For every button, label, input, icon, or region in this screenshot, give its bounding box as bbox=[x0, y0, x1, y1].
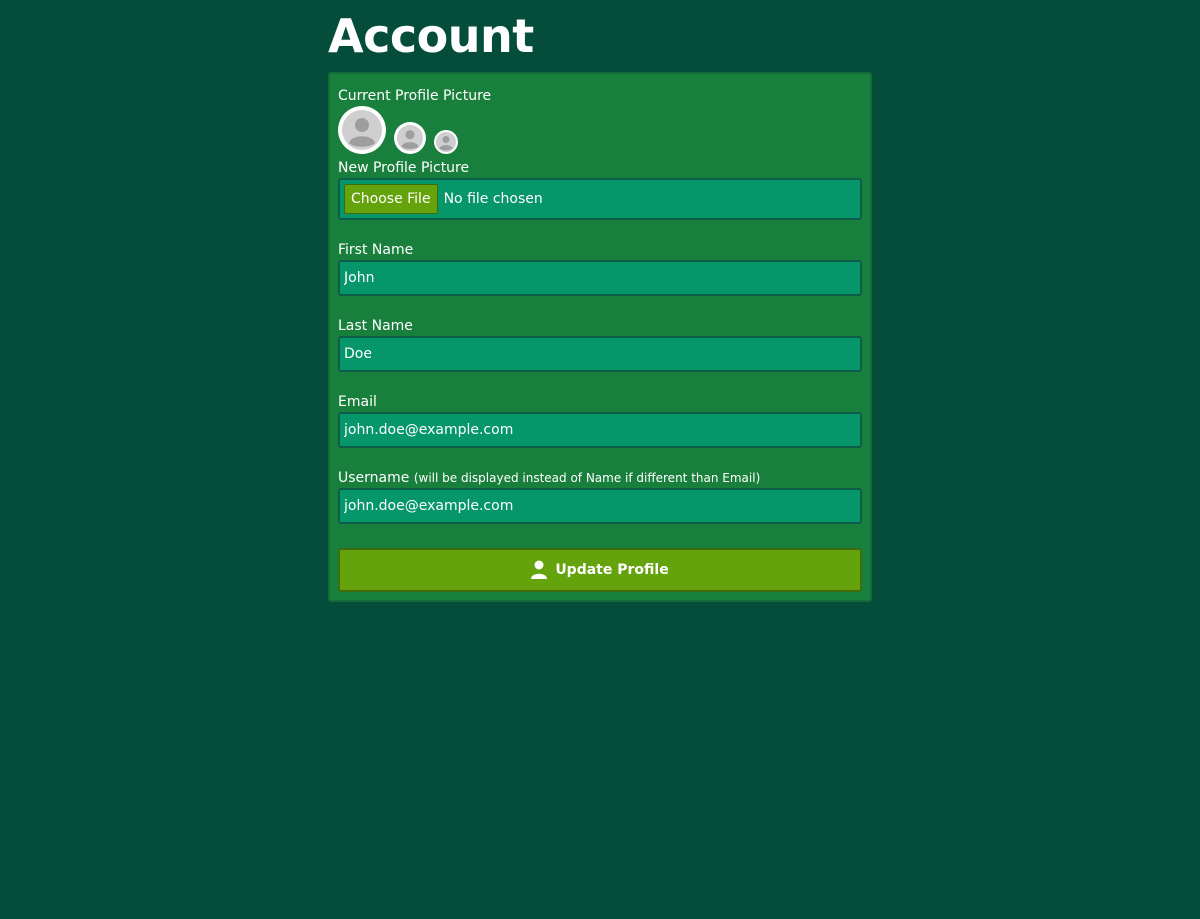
default-user-icon bbox=[397, 125, 423, 151]
file-input: Choose File No file chosen bbox=[338, 178, 862, 220]
choose-file-button[interactable]: Choose File bbox=[344, 184, 438, 214]
file-status: No file chosen bbox=[443, 191, 543, 207]
avatar-small bbox=[434, 130, 458, 154]
avatar-medium bbox=[394, 122, 426, 154]
username-label-text: Username bbox=[338, 470, 410, 486]
email-input[interactable] bbox=[338, 412, 862, 448]
default-user-icon bbox=[342, 110, 382, 150]
page-title: Account bbox=[328, 9, 534, 63]
username-input[interactable] bbox=[338, 488, 862, 524]
profile-form: Current Profile Picture New Profile Pict… bbox=[328, 72, 872, 602]
email-label: Email bbox=[338, 394, 377, 410]
update-profile-label: Update Profile bbox=[555, 562, 669, 578]
default-user-icon bbox=[436, 132, 456, 152]
user-icon bbox=[531, 560, 548, 580]
last-name-input[interactable] bbox=[338, 336, 862, 372]
avatar-large bbox=[338, 106, 386, 154]
current-picture-label: Current Profile Picture bbox=[338, 88, 492, 104]
update-profile-button[interactable]: Update Profile bbox=[338, 548, 862, 592]
new-picture-label: New Profile Picture bbox=[338, 160, 470, 176]
username-label: Username (will be displayed instead of N… bbox=[338, 469, 760, 487]
username-hint: (will be displayed instead of Name if di… bbox=[413, 471, 761, 485]
first-name-label: First Name bbox=[338, 242, 414, 258]
first-name-input[interactable] bbox=[338, 260, 862, 296]
last-name-label: Last Name bbox=[338, 318, 413, 334]
account-page: Account Current Profile Picture New Prof… bbox=[328, 0, 872, 602]
